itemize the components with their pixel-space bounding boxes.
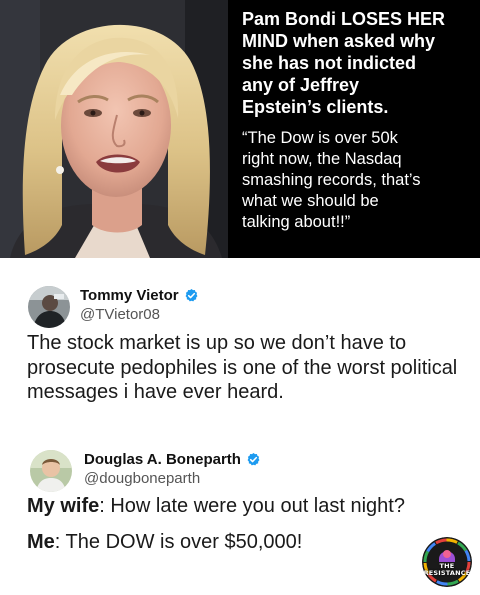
verified-badge-icon: [246, 452, 261, 467]
author-handle[interactable]: @dougboneparth: [84, 470, 200, 487]
avatar[interactable]: [30, 450, 72, 492]
dialogue-line-me: Me: The DOW is over $50,000!: [27, 530, 467, 555]
watermark-text: THE RESISTANCE: [422, 563, 472, 577]
author-name[interactable]: Tommy Vietor: [80, 287, 179, 304]
dialogue-text: : The DOW is over $50,000!: [54, 530, 303, 553]
avatar[interactable]: [28, 286, 70, 328]
dialogue-text: : How late were you out last night?: [99, 495, 405, 517]
dialogue-line-wife: My wife: How late were you out last nigh…: [27, 494, 467, 519]
author-row: Douglas A. Boneparth: [84, 451, 261, 468]
resistance-logo: THE RESISTANCE: [422, 537, 472, 587]
author-handle[interactable]: @TVietor08: [80, 306, 160, 323]
speaker-photo: [0, 0, 228, 258]
tweet-text: My wife: How late were you out last nigh…: [27, 494, 467, 565]
headline: Pam Bondi LOSES HER MIND when asked why …: [242, 9, 446, 117]
speaker-label: Me: [27, 530, 55, 553]
watermark-line2: RESISTANCE: [423, 569, 471, 577]
author-name[interactable]: Douglas A. Boneparth: [84, 451, 241, 468]
verified-badge-icon: [184, 288, 199, 303]
author-row: Tommy Vietor: [80, 287, 199, 304]
news-banner: Pam Bondi LOSES HER MIND when asked why …: [0, 0, 480, 258]
quote: “The Dow is over 50k right now, the Nasd…: [242, 129, 421, 231]
headline-box: Pam Bondi LOSES HER MIND when asked why …: [242, 8, 474, 233]
tweet-text: The stock market is up so we don’t have …: [27, 332, 458, 403]
speaker-label: My wife: [27, 495, 100, 517]
